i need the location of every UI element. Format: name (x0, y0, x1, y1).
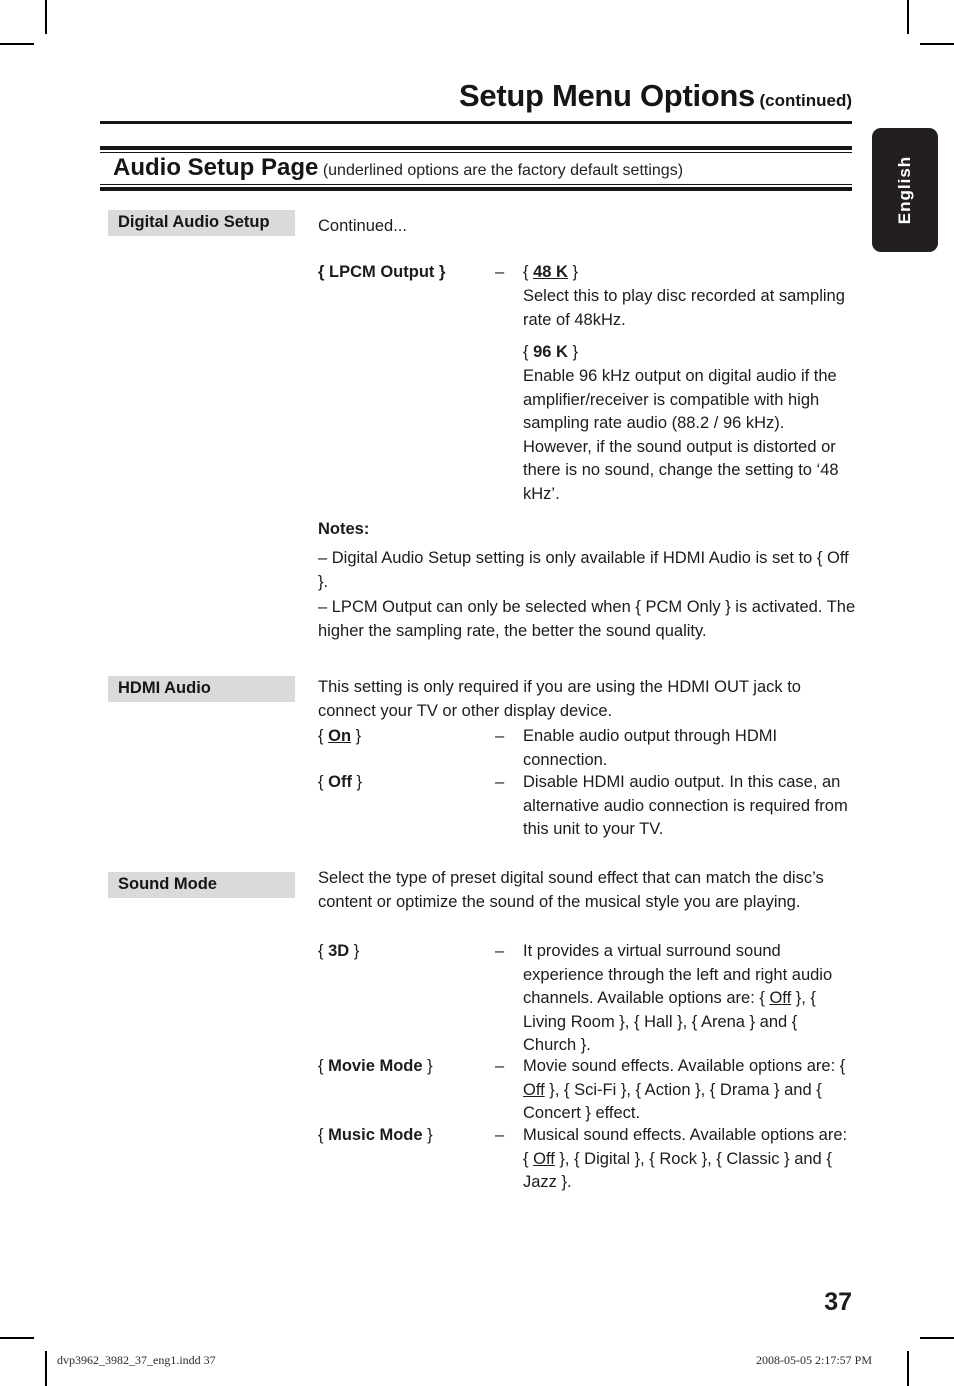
page-title: Setup Menu Options (459, 78, 755, 113)
section-heading: Audio Setup Page (underlined options are… (113, 154, 683, 182)
option-hdmi-on-dash: – (495, 727, 505, 745)
option-hdmi-off-dash: – (495, 773, 505, 791)
section-heading-subtitle: (underlined options are the factory defa… (322, 162, 684, 179)
option-music-mode-desc: Musical sound effects. Available options… (523, 1126, 848, 1191)
crop-mark-bottom-right-horizontal (920, 1337, 954, 1339)
value-96k: 96 K (533, 343, 568, 361)
option-music-mode: { Music Mode } (318, 1126, 433, 1144)
document-page: Setup Menu Options (continued) Audio Set… (0, 0, 954, 1386)
default-value-3d-off: Off (769, 989, 792, 1007)
option-lpcm-output: { LPCM Output } (318, 263, 446, 281)
option-3d-desc: It provides a virtual surround sound exp… (523, 942, 833, 1054)
value-movie-mode: Movie Mode (328, 1057, 423, 1075)
default-value-hdmi-on: On (328, 727, 352, 745)
notes-heading: Notes: (318, 520, 370, 538)
section-rule-top-thin (100, 152, 852, 153)
option-desc-48k: Select this to play disc recorded at sam… (523, 287, 845, 329)
footer-file-name: dvp3962_3982_37_eng1.indd 37 (57, 1353, 216, 1367)
option-music-mode-dash: – (495, 1126, 505, 1144)
section-rule-bottom-thin (100, 184, 852, 185)
option-hdmi-on: { On } (318, 727, 362, 745)
section-heading-title: Audio Setup Page (113, 154, 319, 181)
crop-mark-top-left-horizontal (0, 43, 34, 45)
option-hdmi-off: { Off } (318, 773, 363, 791)
page-number: 37 (824, 1288, 852, 1316)
option-value-96k: { 96 K } (523, 343, 579, 361)
value-hdmi-off: Off (328, 773, 352, 791)
crop-mark-top-right-horizontal (920, 43, 954, 45)
language-tab-label: English (895, 155, 914, 225)
option-hdmi-off-desc: Disable HDMI audio output. In this case,… (523, 773, 848, 838)
crop-mark-bottom-right-vertical (907, 1351, 909, 1386)
option-movie-mode-dash: – (495, 1057, 505, 1075)
option-movie-mode-desc: Movie sound effects. Available options a… (523, 1057, 846, 1122)
crop-mark-bottom-left-horizontal (0, 1337, 34, 1339)
value-3d: 3D (328, 942, 350, 960)
section-label-hdmi-audio: HDMI Audio (108, 676, 295, 702)
default-value-movie-off: Off (523, 1080, 545, 1099)
note-item-1: – Digital Audio Setup setting is only av… (318, 549, 849, 591)
note-item-2: – LPCM Output can only be selected when … (318, 598, 856, 640)
option-3d-dash: – (495, 942, 505, 960)
crop-mark-bottom-left-vertical (45, 1351, 47, 1386)
section-label-sound-mode: Sound Mode (108, 872, 295, 898)
header-rule (100, 121, 852, 124)
option-3d: { 3D } (318, 942, 360, 960)
default-value-music-off: Off (533, 1149, 555, 1168)
option-hdmi-on-desc: Enable audio output through HDMI connect… (523, 727, 778, 769)
language-tab: English (872, 128, 938, 252)
section-rule-top-thick (100, 146, 852, 150)
sound-mode-intro: Select the type of preset digital sound … (318, 869, 824, 911)
crop-mark-top-right-vertical (907, 0, 909, 34)
section-label-digital-audio-setup: Digital Audio Setup (108, 210, 295, 236)
crop-mark-top-left-vertical (45, 0, 47, 34)
page-title-continued: (continued) (759, 91, 852, 110)
footer-timestamp: 2008-05-05 2:17:57 PM (756, 1353, 873, 1367)
option-lpcm-dash: – (495, 263, 505, 281)
value-music-mode: Music Mode (328, 1126, 423, 1144)
section-rule-bottom-thick (100, 187, 852, 191)
default-value-48k: 48 K (533, 263, 568, 281)
option-value-48k: { 48 K } (523, 263, 579, 281)
option-desc-96k: Enable 96 kHz output on digital audio if… (523, 367, 839, 503)
hdmi-audio-intro: This setting is only required if you are… (318, 678, 801, 720)
running-header: Setup Menu Options (continued) (100, 78, 852, 114)
option-movie-mode: { Movie Mode } (318, 1057, 433, 1075)
digital-audio-continued-note: Continued... (318, 217, 407, 235)
